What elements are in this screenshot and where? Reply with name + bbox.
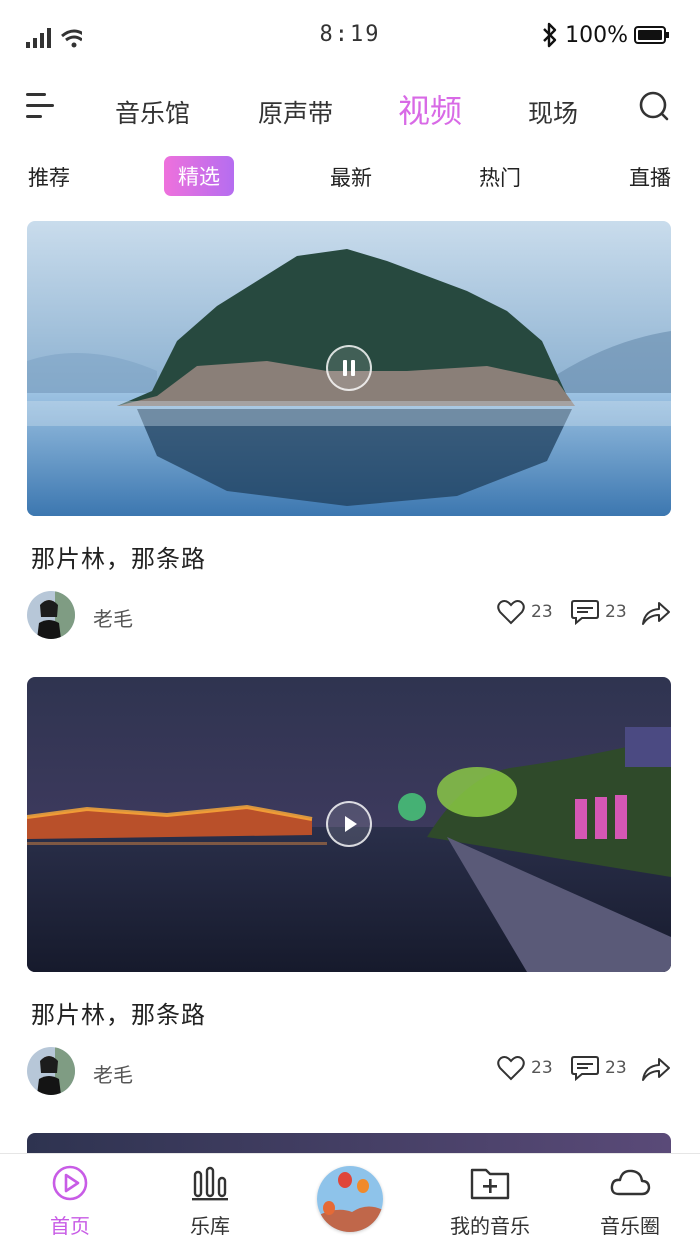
tab-live[interactable]: 现场	[528, 94, 578, 130]
comment-count: 23	[605, 1058, 627, 1078]
now-playing-disc[interactable]	[317, 1166, 383, 1232]
play-icon[interactable]	[326, 801, 372, 847]
video-meta: 老毛 23 23	[27, 1047, 671, 1095]
nav-music-circle[interactable]: 音乐圈	[570, 1164, 690, 1239]
menu-icon[interactable]	[26, 90, 56, 126]
video-card[interactable]: 那片林，那条路 老毛 23 23	[27, 221, 671, 639]
subtab-live[interactable]: 直播	[629, 162, 671, 192]
bluetooth-icon	[543, 22, 557, 48]
nav-home[interactable]: 首页	[10, 1164, 130, 1239]
battery-percent: 100%	[565, 22, 628, 48]
comment-stat[interactable]: 23	[571, 1055, 627, 1081]
cloud-icon	[610, 1169, 651, 1196]
tab-video[interactable]: 视频	[398, 86, 462, 132]
like-count: 23	[531, 602, 553, 622]
nav-my-music[interactable]: 我的音乐	[430, 1164, 550, 1239]
subtab-latest[interactable]: 最新	[330, 162, 372, 192]
battery-icon	[634, 26, 669, 44]
like-count: 23	[531, 1058, 553, 1078]
video-thumbnail[interactable]	[27, 677, 671, 972]
share-icon[interactable]	[641, 600, 671, 630]
like-stat[interactable]: 23	[497, 1055, 553, 1081]
nav-library[interactable]: 乐库	[150, 1164, 270, 1239]
nav-music-circle-label: 音乐圈	[600, 1214, 660, 1238]
avatar[interactable]	[27, 591, 75, 639]
author-name[interactable]: 老毛	[93, 603, 133, 632]
status-right: 100%	[541, 22, 670, 48]
tab-soundtrack[interactable]: 原声带	[258, 94, 333, 130]
tab-music-hall[interactable]: 音乐馆	[115, 94, 190, 130]
comment-count: 23	[605, 602, 627, 622]
comment-stat[interactable]: 23	[571, 599, 627, 625]
share-icon[interactable]	[641, 1056, 671, 1086]
video-card[interactable]: 那片林，那条路 老毛 23 23	[27, 677, 671, 1095]
top-nav: 音乐馆 原声带 视频 现场	[0, 82, 700, 138]
like-stat[interactable]: 23	[497, 599, 553, 625]
video-title[interactable]: 那片林，那条路	[31, 539, 206, 574]
status-bar: 8:19 100%	[0, 0, 700, 76]
play-circle-icon	[52, 1165, 88, 1201]
subtab-hot[interactable]: 热门	[479, 162, 521, 192]
avatar[interactable]	[27, 1047, 75, 1095]
bottom-tab-bar: 首页 乐库 我的音乐 音乐圈	[0, 1153, 700, 1245]
folder-add-icon	[470, 1168, 510, 1200]
video-meta: 老毛 23 23	[27, 591, 671, 639]
nav-my-music-label: 我的音乐	[450, 1214, 530, 1238]
pause-icon[interactable]	[326, 345, 372, 391]
nav-home-label: 首页	[50, 1214, 90, 1238]
comment-icon	[571, 1056, 599, 1081]
subtab-featured[interactable]: 精选	[164, 156, 234, 196]
heart-icon	[497, 1056, 525, 1081]
heart-icon	[497, 600, 525, 625]
nav-library-label: 乐库	[190, 1214, 230, 1238]
video-title[interactable]: 那片林，那条路	[31, 995, 206, 1030]
library-bars-icon	[192, 1166, 228, 1201]
subtab-recommend[interactable]: 推荐	[28, 162, 70, 192]
author-name[interactable]: 老毛	[93, 1059, 133, 1088]
video-thumbnail[interactable]	[27, 221, 671, 516]
search-icon[interactable]	[638, 90, 670, 126]
sub-tabs: 推荐 精选 最新 热门 直播	[0, 154, 700, 198]
comment-icon	[571, 600, 599, 625]
